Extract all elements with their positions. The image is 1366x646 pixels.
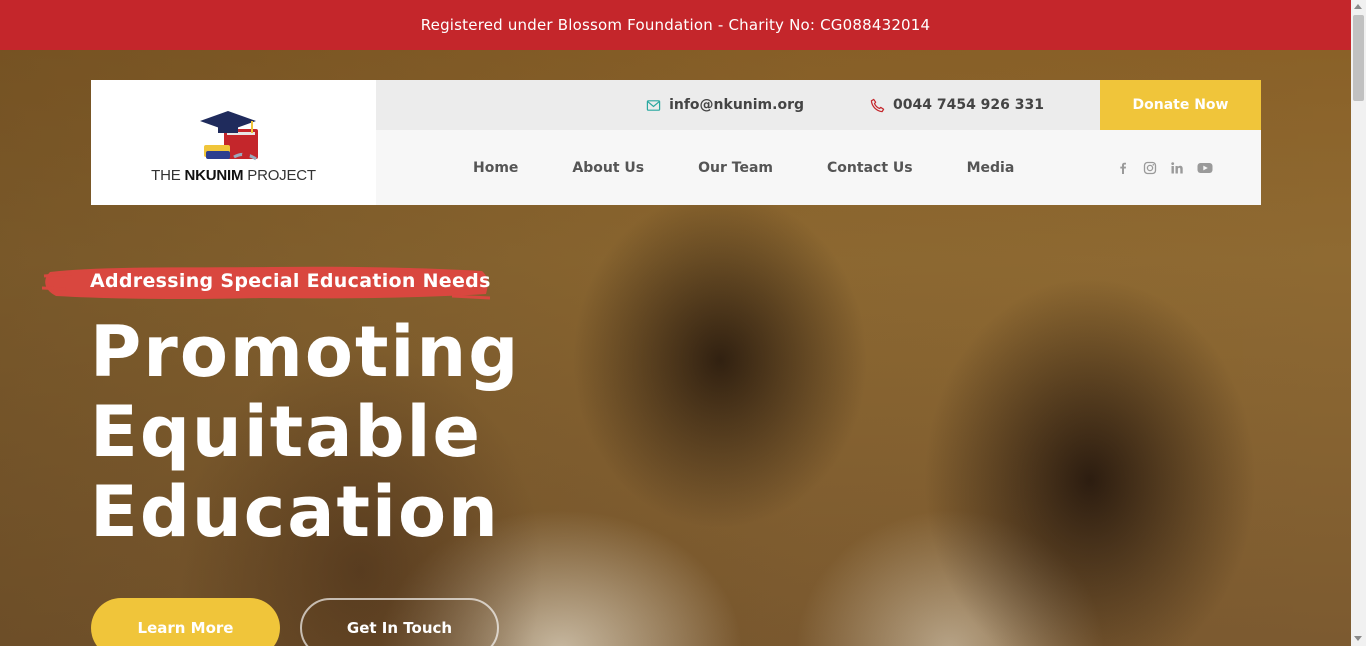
charity-banner: Registered under Blossom Foundation - Ch…: [0, 0, 1351, 50]
logo-text-nkunim: NKUNIM: [184, 167, 244, 184]
nav-item-media[interactable]: Media: [967, 160, 1015, 176]
nav-item-home[interactable]: Home: [473, 160, 518, 176]
logo-text-project: PROJECT: [243, 167, 316, 184]
learn-more-button[interactable]: Learn More: [91, 598, 280, 646]
nav-item-about-us[interactable]: About Us: [572, 160, 644, 176]
envelope-icon: [646, 99, 661, 111]
hero-headline: Promoting Equitable Education: [90, 312, 520, 552]
phone-link[interactable]: 0044 7454 926 331: [870, 97, 1044, 113]
hero-headline-line-3: Education: [90, 471, 500, 553]
scroll-down-arrow-icon[interactable]: [1354, 636, 1362, 641]
main-navigation: Home About Us Our Team Contact Us Media: [376, 130, 1261, 205]
contact-info-bar: info@nkunim.org 0044 7454 926 331: [376, 80, 1100, 130]
instagram-icon[interactable]: [1143, 161, 1157, 175]
hero-eyebrow-text: Addressing Special Education Needs: [90, 270, 491, 292]
donate-now-button[interactable]: Donate Now: [1100, 80, 1261, 130]
get-in-touch-label: Get In Touch: [346, 619, 453, 637]
nav-item-contact-us[interactable]: Contact Us: [827, 160, 913, 176]
hero-headline-line-2: Equitable: [90, 391, 483, 473]
logo-text-the: THE: [151, 167, 185, 184]
graduation-cap-books-icon: [199, 111, 258, 161]
hero-headline-line-1: Promoting: [90, 311, 521, 393]
social-links: [1116, 130, 1213, 205]
page-scrollbar[interactable]: [1351, 0, 1366, 646]
learn-more-label: Learn More: [137, 619, 234, 637]
get-in-touch-button[interactable]: Get In Touch: [300, 598, 499, 646]
phone-text: 0044 7454 926 331: [893, 97, 1044, 113]
charity-banner-text: Registered under Blossom Foundation - Ch…: [420, 16, 931, 34]
email-link[interactable]: info@nkunim.org: [646, 97, 804, 113]
phone-icon: [870, 98, 885, 112]
hero-eyebrow: Addressing Special Education Needs: [42, 262, 492, 304]
logo-wordmark: THE NKUNIM PROJECT: [151, 167, 316, 184]
nav-item-our-team[interactable]: Our Team: [698, 160, 773, 176]
linkedin-icon[interactable]: [1170, 161, 1184, 175]
scrollbar-thumb[interactable]: [1353, 15, 1364, 101]
donate-now-label: Donate Now: [1132, 97, 1229, 113]
email-text: info@nkunim.org: [669, 97, 804, 113]
site-header: THE NKUNIM PROJECT info@nkunim.org 0044 …: [91, 80, 1261, 205]
facebook-icon[interactable]: [1116, 161, 1130, 175]
youtube-icon[interactable]: [1197, 161, 1213, 175]
scroll-up-arrow-icon[interactable]: [1354, 4, 1362, 9]
site-logo[interactable]: THE NKUNIM PROJECT: [91, 80, 376, 205]
